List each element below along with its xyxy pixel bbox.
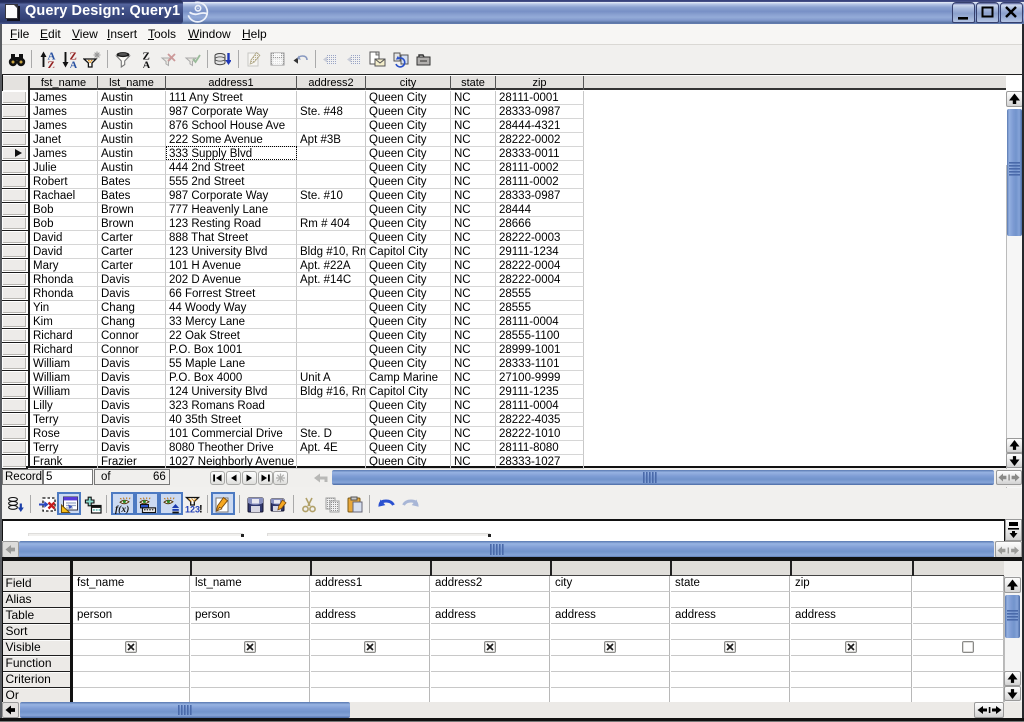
svg-text:A: A	[143, 60, 151, 69]
svg-text:f(x): f(x)	[115, 504, 129, 514]
svg-text:Z: Z	[48, 60, 55, 69]
svg-text:!: !	[199, 504, 203, 515]
svg-text:A: A	[70, 60, 78, 69]
svg-text:123: 123	[185, 505, 200, 515]
